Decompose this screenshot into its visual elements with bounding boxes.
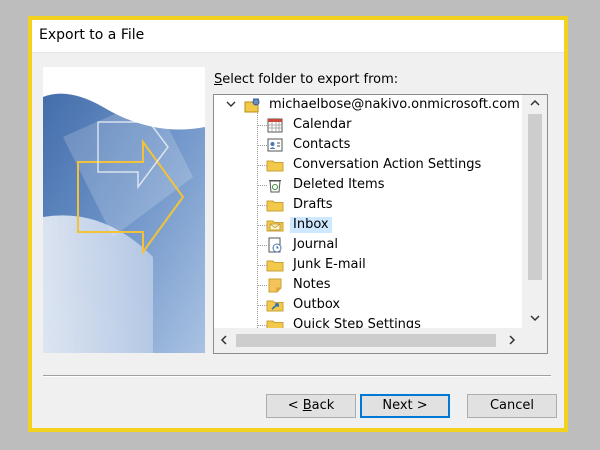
tree-item-outbox[interactable]: Outbox [214,295,522,315]
back-button[interactable]: < Back [266,394,356,418]
tree-item-conversation-action-settings[interactable]: Conversation Action Settings [214,155,522,175]
tree-item-calendar[interactable]: Calendar [214,115,522,135]
tree-root-label: michaelbose@nakivo.onmicrosoft.com [269,97,520,112]
tree-item-label: Notes [293,277,331,292]
calendar-icon [266,117,284,133]
tree-item-label: Calendar [293,117,352,132]
deleted-items-icon [266,177,284,193]
scroll-left-arrow-icon[interactable] [214,331,234,349]
tree-item-junk-email[interactable]: Junk E-mail [214,255,522,275]
contacts-icon [266,137,284,153]
dialog-title: Export to a File [39,27,145,43]
tree-item-label: Quick Step Settings [293,317,421,328]
tree-item-label: Contacts [293,137,351,152]
tree-item-drafts[interactable]: Drafts [214,195,522,215]
tree-item-label: Drafts [293,197,333,212]
select-folder-label: Select folder to export from: [214,72,399,87]
tree-item-quick-step-settings[interactable]: Quick Step Settings [214,315,522,328]
chevron-down-icon[interactable] [225,97,237,111]
vertical-scroll-thumb[interactable] [528,114,542,280]
tree-item-journal[interactable]: Journal [214,235,522,255]
tree-item-deleted-items[interactable]: Deleted Items [214,175,522,195]
journal-icon [266,237,284,253]
folder-icon [266,257,284,273]
outbox-icon [266,297,284,313]
horizontal-scrollbar[interactable] [214,328,522,353]
scrollbar-corner [522,328,547,353]
tree-item-label: Conversation Action Settings [293,157,482,172]
tree-item-label: Deleted Items [293,177,385,192]
tree-item-label: Inbox [290,217,332,233]
tree-item-inbox[interactable]: Inbox [214,215,522,235]
cancel-button[interactable]: Cancel [467,394,557,418]
wizard-banner-image [43,67,205,353]
separator [43,375,551,377]
folder-tree[interactable]: michaelbose@nakivo.onmicrosoft.com Calen… [213,94,548,354]
tree-item-label: Junk E-mail [293,257,366,272]
folder-icon [266,317,284,328]
tree-item-label: Journal [293,237,338,252]
account-folders-icon [244,97,262,113]
tree-item-contacts[interactable]: Contacts [214,135,522,155]
title-bar: Export to a File [32,20,564,53]
folder-tree-list: michaelbose@nakivo.onmicrosoft.com Calen… [214,95,522,328]
tree-root-account[interactable]: michaelbose@nakivo.onmicrosoft.com [214,95,522,115]
folder-icon [266,197,284,213]
scroll-down-arrow-icon[interactable] [522,310,547,328]
scroll-right-arrow-icon[interactable] [502,331,522,349]
scroll-up-arrow-icon[interactable] [522,95,547,113]
notes-icon [266,277,284,293]
inbox-icon [266,217,284,233]
vertical-scrollbar[interactable] [522,95,547,328]
next-button[interactable]: Next > [360,394,450,418]
export-dialog: Export to a File Select folder to export… [28,16,568,432]
horizontal-scroll-thumb[interactable] [236,334,496,347]
tree-item-label: Outbox [293,297,341,312]
tree-item-notes[interactable]: Notes [214,275,522,295]
folder-icon [266,157,284,173]
